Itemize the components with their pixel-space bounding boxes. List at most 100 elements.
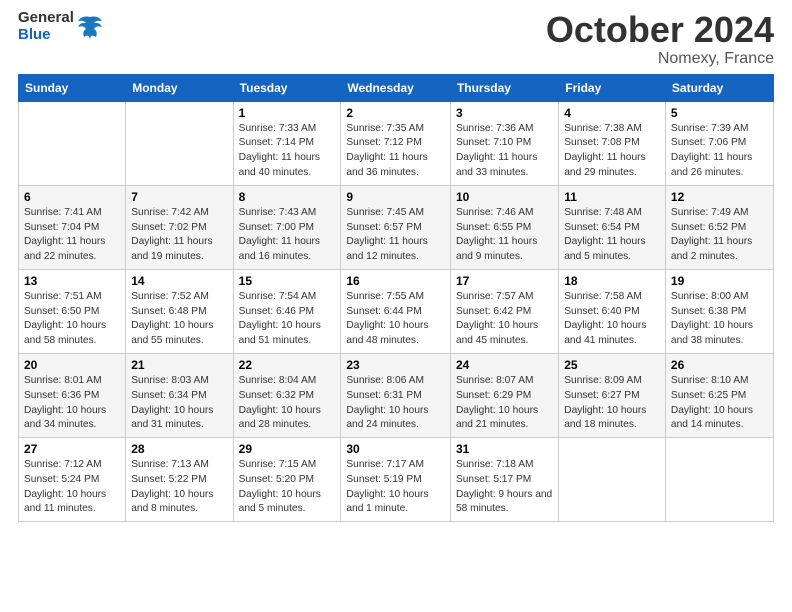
day-info: Sunrise: 7:45 AMSunset: 6:57 PMDaylight:… bbox=[346, 206, 445, 265]
day-info: Sunrise: 8:01 AMSunset: 6:36 PMDaylight:… bbox=[24, 374, 120, 433]
calendar-cell: 2 Sunrise: 7:35 AMSunset: 7:12 PMDayligh… bbox=[341, 101, 451, 185]
title-block: October 2024 Nomexy, France bbox=[546, 10, 774, 68]
day-info: Sunrise: 7:52 AMSunset: 6:48 PMDaylight:… bbox=[131, 290, 227, 349]
calendar-cell: 5 Sunrise: 7:39 AMSunset: 7:06 PMDayligh… bbox=[665, 101, 773, 185]
location: Nomexy, France bbox=[546, 50, 774, 68]
col-wednesday: Wednesday bbox=[341, 74, 451, 101]
day-number: 6 bbox=[24, 190, 120, 204]
col-monday: Monday bbox=[126, 74, 233, 101]
day-info: Sunrise: 7:39 AMSunset: 7:06 PMDaylight:… bbox=[671, 122, 768, 181]
day-number: 17 bbox=[456, 274, 553, 288]
day-info: Sunrise: 8:00 AMSunset: 6:38 PMDaylight:… bbox=[671, 290, 768, 349]
calendar-cell: 3 Sunrise: 7:36 AMSunset: 7:10 PMDayligh… bbox=[450, 101, 558, 185]
day-info: Sunrise: 7:41 AMSunset: 7:04 PMDaylight:… bbox=[24, 206, 120, 265]
calendar-cell: 6 Sunrise: 7:41 AMSunset: 7:04 PMDayligh… bbox=[19, 185, 126, 269]
day-number: 22 bbox=[239, 358, 336, 372]
day-info: Sunrise: 7:18 AMSunset: 5:17 PMDaylight:… bbox=[456, 458, 553, 517]
day-number: 4 bbox=[564, 106, 660, 120]
day-info: Sunrise: 7:48 AMSunset: 6:54 PMDaylight:… bbox=[564, 206, 660, 265]
col-sunday: Sunday bbox=[19, 74, 126, 101]
day-number: 1 bbox=[239, 106, 336, 120]
col-thursday: Thursday bbox=[450, 74, 558, 101]
day-info: Sunrise: 7:42 AMSunset: 7:02 PMDaylight:… bbox=[131, 206, 227, 265]
week-row: 1 Sunrise: 7:33 AMSunset: 7:14 PMDayligh… bbox=[19, 101, 774, 185]
month-title: October 2024 bbox=[546, 10, 774, 50]
day-number: 26 bbox=[671, 358, 768, 372]
header-row: Sunday Monday Tuesday Wednesday Thursday… bbox=[19, 74, 774, 101]
day-number: 29 bbox=[239, 442, 336, 456]
day-info: Sunrise: 7:12 AMSunset: 5:24 PMDaylight:… bbox=[24, 458, 120, 517]
calendar-cell: 30 Sunrise: 7:17 AMSunset: 5:19 PMDaylig… bbox=[341, 438, 451, 522]
calendar-cell: 28 Sunrise: 7:13 AMSunset: 5:22 PMDaylig… bbox=[126, 438, 233, 522]
day-info: Sunrise: 8:03 AMSunset: 6:34 PMDaylight:… bbox=[131, 374, 227, 433]
day-number: 10 bbox=[456, 190, 553, 204]
calendar-cell: 26 Sunrise: 8:10 AMSunset: 6:25 PMDaylig… bbox=[665, 353, 773, 437]
calendar-cell: 24 Sunrise: 8:07 AMSunset: 6:29 PMDaylig… bbox=[450, 353, 558, 437]
day-number: 14 bbox=[131, 274, 227, 288]
calendar-cell bbox=[19, 101, 126, 185]
day-info: Sunrise: 8:04 AMSunset: 6:32 PMDaylight:… bbox=[239, 374, 336, 433]
day-number: 27 bbox=[24, 442, 120, 456]
week-row: 6 Sunrise: 7:41 AMSunset: 7:04 PMDayligh… bbox=[19, 185, 774, 269]
calendar-cell: 10 Sunrise: 7:46 AMSunset: 6:55 PMDaylig… bbox=[450, 185, 558, 269]
calendar-cell bbox=[559, 438, 666, 522]
day-number: 20 bbox=[24, 358, 120, 372]
calendar-cell: 16 Sunrise: 7:55 AMSunset: 6:44 PMDaylig… bbox=[341, 269, 451, 353]
day-info: Sunrise: 7:43 AMSunset: 7:00 PMDaylight:… bbox=[239, 206, 336, 265]
day-number: 9 bbox=[346, 190, 445, 204]
day-number: 13 bbox=[24, 274, 120, 288]
day-info: Sunrise: 7:58 AMSunset: 6:40 PMDaylight:… bbox=[564, 290, 660, 349]
logo-blue: Blue bbox=[18, 27, 74, 44]
day-info: Sunrise: 7:51 AMSunset: 6:50 PMDaylight:… bbox=[24, 290, 120, 349]
day-info: Sunrise: 7:57 AMSunset: 6:42 PMDaylight:… bbox=[456, 290, 553, 349]
day-info: Sunrise: 8:09 AMSunset: 6:27 PMDaylight:… bbox=[564, 374, 660, 433]
day-info: Sunrise: 7:46 AMSunset: 6:55 PMDaylight:… bbox=[456, 206, 553, 265]
day-info: Sunrise: 7:17 AMSunset: 5:19 PMDaylight:… bbox=[346, 458, 445, 517]
calendar-cell: 15 Sunrise: 7:54 AMSunset: 6:46 PMDaylig… bbox=[233, 269, 341, 353]
logo-icon bbox=[76, 13, 104, 41]
calendar-cell: 23 Sunrise: 8:06 AMSunset: 6:31 PMDaylig… bbox=[341, 353, 451, 437]
calendar-cell: 8 Sunrise: 7:43 AMSunset: 7:00 PMDayligh… bbox=[233, 185, 341, 269]
day-info: Sunrise: 7:55 AMSunset: 6:44 PMDaylight:… bbox=[346, 290, 445, 349]
day-info: Sunrise: 8:06 AMSunset: 6:31 PMDaylight:… bbox=[346, 374, 445, 433]
calendar-cell: 22 Sunrise: 8:04 AMSunset: 6:32 PMDaylig… bbox=[233, 353, 341, 437]
day-info: Sunrise: 7:49 AMSunset: 6:52 PMDaylight:… bbox=[671, 206, 768, 265]
header: General Blue October 2024 Nomexy, France bbox=[18, 10, 774, 68]
calendar-cell: 27 Sunrise: 7:12 AMSunset: 5:24 PMDaylig… bbox=[19, 438, 126, 522]
calendar-table: Sunday Monday Tuesday Wednesday Thursday… bbox=[18, 74, 774, 523]
day-info: Sunrise: 7:38 AMSunset: 7:08 PMDaylight:… bbox=[564, 122, 660, 181]
col-friday: Friday bbox=[559, 74, 666, 101]
calendar-cell: 12 Sunrise: 7:49 AMSunset: 6:52 PMDaylig… bbox=[665, 185, 773, 269]
day-number: 2 bbox=[346, 106, 445, 120]
calendar-cell: 25 Sunrise: 8:09 AMSunset: 6:27 PMDaylig… bbox=[559, 353, 666, 437]
week-row: 27 Sunrise: 7:12 AMSunset: 5:24 PMDaylig… bbox=[19, 438, 774, 522]
page: General Blue October 2024 Nomexy, France… bbox=[0, 0, 792, 612]
day-number: 3 bbox=[456, 106, 553, 120]
day-info: Sunrise: 7:36 AMSunset: 7:10 PMDaylight:… bbox=[456, 122, 553, 181]
day-info: Sunrise: 7:13 AMSunset: 5:22 PMDaylight:… bbox=[131, 458, 227, 517]
day-info: Sunrise: 8:07 AMSunset: 6:29 PMDaylight:… bbox=[456, 374, 553, 433]
day-info: Sunrise: 7:15 AMSunset: 5:20 PMDaylight:… bbox=[239, 458, 336, 517]
day-number: 8 bbox=[239, 190, 336, 204]
calendar-cell: 7 Sunrise: 7:42 AMSunset: 7:02 PMDayligh… bbox=[126, 185, 233, 269]
calendar-cell: 9 Sunrise: 7:45 AMSunset: 6:57 PMDayligh… bbox=[341, 185, 451, 269]
calendar-cell: 21 Sunrise: 8:03 AMSunset: 6:34 PMDaylig… bbox=[126, 353, 233, 437]
day-number: 16 bbox=[346, 274, 445, 288]
week-row: 13 Sunrise: 7:51 AMSunset: 6:50 PMDaylig… bbox=[19, 269, 774, 353]
week-row: 20 Sunrise: 8:01 AMSunset: 6:36 PMDaylig… bbox=[19, 353, 774, 437]
day-number: 18 bbox=[564, 274, 660, 288]
day-info: Sunrise: 8:10 AMSunset: 6:25 PMDaylight:… bbox=[671, 374, 768, 433]
day-number: 7 bbox=[131, 190, 227, 204]
day-info: Sunrise: 7:35 AMSunset: 7:12 PMDaylight:… bbox=[346, 122, 445, 181]
calendar-cell: 13 Sunrise: 7:51 AMSunset: 6:50 PMDaylig… bbox=[19, 269, 126, 353]
col-tuesday: Tuesday bbox=[233, 74, 341, 101]
logo: General Blue bbox=[18, 10, 104, 43]
calendar-cell: 1 Sunrise: 7:33 AMSunset: 7:14 PMDayligh… bbox=[233, 101, 341, 185]
calendar-cell: 4 Sunrise: 7:38 AMSunset: 7:08 PMDayligh… bbox=[559, 101, 666, 185]
col-saturday: Saturday bbox=[665, 74, 773, 101]
day-number: 23 bbox=[346, 358, 445, 372]
day-number: 25 bbox=[564, 358, 660, 372]
logo-general: General bbox=[18, 10, 74, 27]
day-number: 30 bbox=[346, 442, 445, 456]
calendar-cell: 29 Sunrise: 7:15 AMSunset: 5:20 PMDaylig… bbox=[233, 438, 341, 522]
